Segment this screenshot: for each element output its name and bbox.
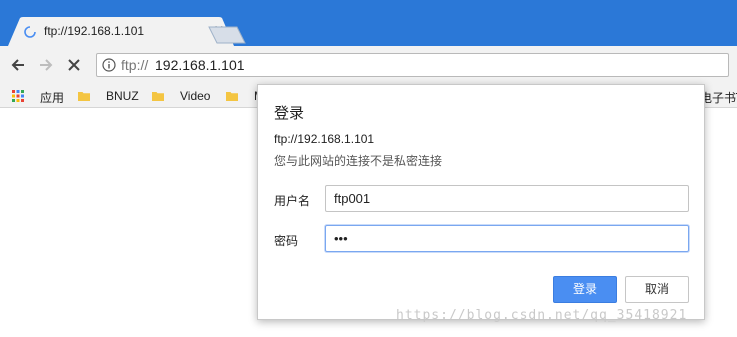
username-field[interactable]: ftp001 <box>325 185 689 212</box>
tab-strip: ftp://192.168.1.101 × <box>0 0 737 46</box>
dialog-title: 登录 <box>274 104 305 122</box>
password-field[interactable]: ••• <box>325 225 689 252</box>
watermark: https://blog.csdn.net/qq_35418921 <box>396 308 688 323</box>
bookmark-apps[interactable]: 应用 <box>12 88 72 105</box>
bookmark-label: Video <box>180 89 211 103</box>
folder-icon <box>226 92 238 101</box>
spinner-icon <box>24 26 36 38</box>
login-button[interactable]: 登录 <box>553 276 617 303</box>
browser-tab[interactable]: ftp://192.168.1.101 × <box>8 17 234 46</box>
stop-loading-icon[interactable] <box>64 55 84 75</box>
password-label: 密码 <box>274 234 299 248</box>
tab-title: ftp://192.168.1.101 <box>44 24 145 38</box>
username-label: 用户名 <box>274 194 311 208</box>
new-tab-button[interactable] <box>208 26 246 44</box>
folder-icon <box>78 92 90 101</box>
bookmark-ebook-partial[interactable]: 电子书T <box>700 89 737 106</box>
login-dialog: 登录 ftp://192.168.1.101 您与此网站的连接不是私密连接 用户… <box>257 84 705 320</box>
bookmark-label: 应用 <box>40 91 65 105</box>
connection-warning: 您与此网站的连接不是私密连接 <box>274 154 443 168</box>
back-arrow-icon[interactable] <box>8 55 28 75</box>
info-icon[interactable] <box>102 58 116 72</box>
bookmark-label: BNUZ <box>106 89 139 103</box>
browser-toolbar: ftp:// 192.168.1.101 <box>0 46 737 84</box>
cancel-button[interactable]: 取消 <box>625 276 689 303</box>
apps-grid-icon <box>12 90 24 102</box>
forward-arrow-icon[interactable] <box>36 55 56 75</box>
folder-icon <box>152 92 164 101</box>
bookmark-bnuz[interactable]: BNUZ <box>78 88 148 104</box>
url-host: 192.168.1.101 <box>155 57 245 73</box>
url-scheme: ftp:// <box>121 57 149 73</box>
dialog-host: ftp://192.168.1.101 <box>274 132 375 146</box>
bookmark-video[interactable]: Video <box>152 88 222 104</box>
address-bar[interactable]: ftp:// 192.168.1.101 <box>96 53 729 77</box>
